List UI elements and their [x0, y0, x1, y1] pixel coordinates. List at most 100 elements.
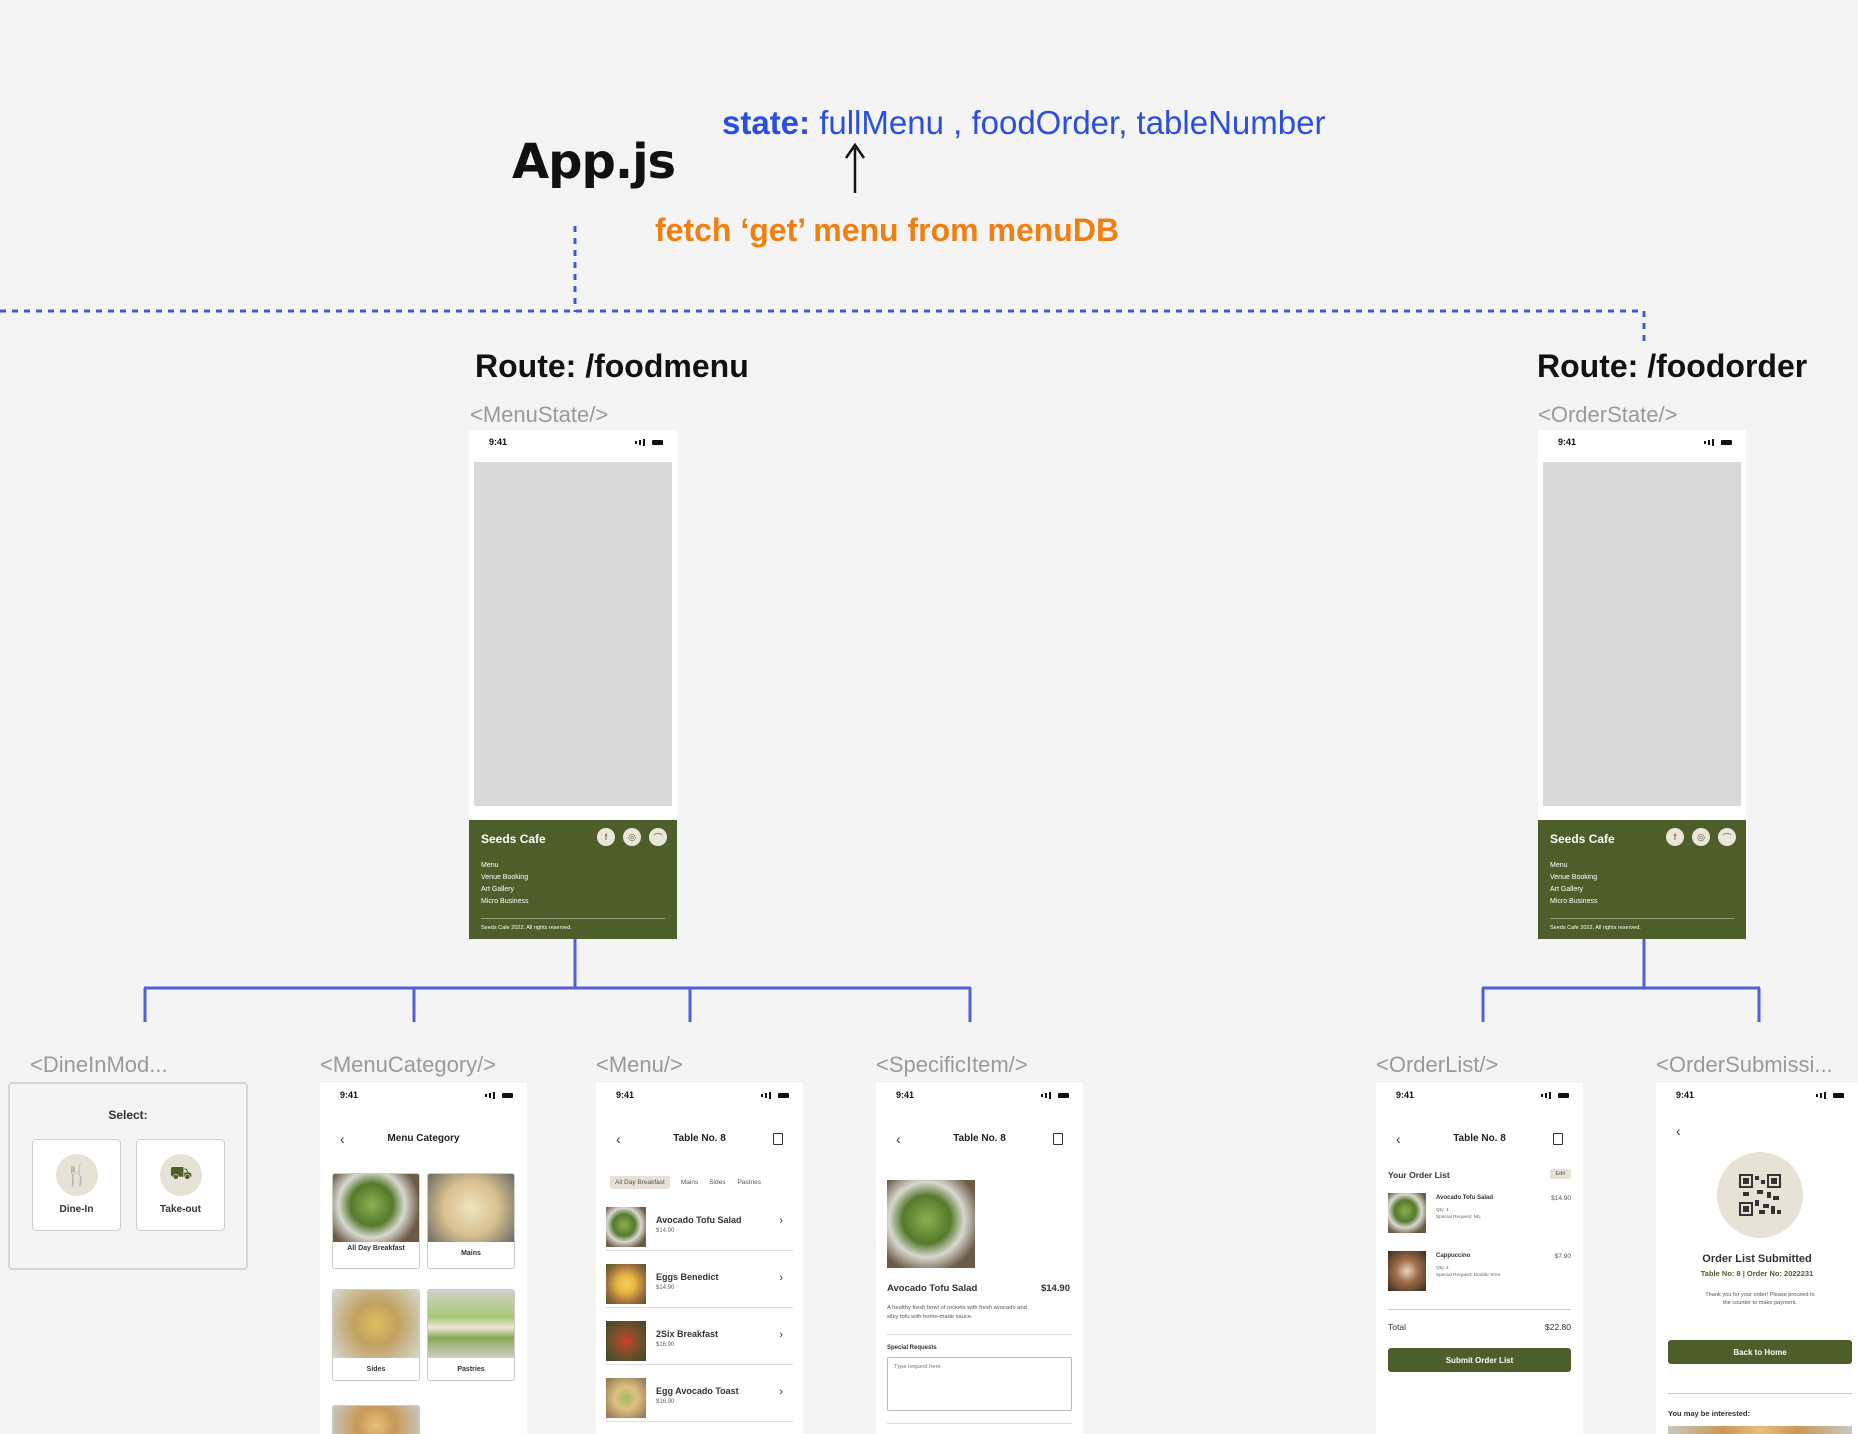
order-list-icon[interactable]	[1553, 1132, 1563, 1145]
qr-code-icon	[1717, 1152, 1803, 1238]
social-icons: f ◎ ⌒	[597, 828, 667, 846]
category-card-breakfast[interactable]: All Day Breakfast	[332, 1173, 420, 1269]
category-card-mains[interactable]: Mains	[427, 1173, 515, 1269]
back-chevron-icon[interactable]: ‹	[896, 1131, 901, 1147]
category-label: Pastries	[457, 1366, 485, 1373]
footer-link-menu[interactable]: Menu	[481, 860, 528, 872]
back-chevron-icon[interactable]: ‹	[1396, 1131, 1401, 1147]
footer-links: Menu Venue Booking Art Gallery Micro Bus…	[1550, 860, 1597, 908]
signal-icons	[1541, 1090, 1569, 1100]
interested-label: You may be interested:	[1668, 1409, 1750, 1418]
back-chevron-icon[interactable]: ‹	[1676, 1123, 1681, 1139]
status-time: 9:41	[1396, 1090, 1415, 1100]
submit-order-button[interactable]: Submit Order List	[1388, 1348, 1571, 1372]
facebook-icon[interactable]: f	[597, 828, 615, 846]
status-time: 9:41	[1558, 437, 1577, 447]
footer-brand: Seeds Cafe	[1550, 832, 1615, 846]
status-time: 9:41	[340, 1090, 359, 1100]
instagram-icon[interactable]: ◎	[623, 828, 641, 846]
order-table: Table No: 8	[1700, 1269, 1741, 1278]
menu-item-row[interactable]: Avocado Tofu Salad $14.90 ›	[606, 1201, 793, 1251]
screen-title: Table No. 8	[1453, 1133, 1506, 1144]
menu-item-row[interactable]: Eggs Benedict $14.90 ›	[606, 1258, 793, 1308]
status-time: 9:41	[896, 1090, 915, 1100]
status-bar: 9:41	[596, 1087, 803, 1103]
component-label-menu: <Menu/>	[596, 1052, 683, 1077]
tab-mains[interactable]: Mains	[678, 1176, 701, 1189]
order-item-qty: Qty: 1	[1436, 1208, 1449, 1213]
signal-icons	[635, 437, 663, 447]
tab-all-day-breakfast[interactable]: All Day Breakfast	[610, 1176, 670, 1189]
signal-icons	[1041, 1090, 1069, 1100]
social-icons: f ◎ ⌒	[1666, 828, 1736, 846]
rainbow-icon[interactable]: ⌒	[649, 828, 667, 846]
category-label: All Day Breakfast	[347, 1245, 405, 1252]
footer-link-gallery[interactable]: Art Gallery	[1550, 884, 1597, 896]
back-chevron-icon[interactable]: ‹	[340, 1131, 345, 1147]
component-label-orderlist: <OrderList/>	[1376, 1052, 1499, 1077]
category-label: Sides	[366, 1366, 386, 1373]
menu-item-name: 2Six Breakfast	[656, 1329, 719, 1339]
footer-copyright: Seeds Cafe 2022. All rights reserved.	[1550, 925, 1641, 931]
back-chevron-icon[interactable]: ‹	[616, 1131, 621, 1147]
rainbow-icon[interactable]: ⌒	[1718, 828, 1736, 846]
footer-links: Menu Venue Booking Art Gallery Micro Bus…	[481, 860, 528, 908]
menu-item-name: Egg Avocado Toast	[656, 1386, 739, 1396]
status-bar: 9:41	[469, 434, 677, 450]
dinein-modal: Select: 🍴 Dine-In ⛟ Take-out	[8, 1082, 248, 1270]
orderlist-phone: 9:41 ‹ Table No. 8 Your Order List Edit …	[1376, 1083, 1583, 1434]
takeout-option-button[interactable]: ⛟ Take-out	[136, 1139, 225, 1231]
dinein-option-button[interactable]: 🍴 Dine-In	[32, 1139, 121, 1231]
footer-divider	[481, 918, 665, 919]
state-line: state: fullMenu , foodOrder, tableNumber	[722, 104, 1325, 142]
edit-button[interactable]: Edit	[1549, 1169, 1571, 1179]
category-image	[333, 1174, 419, 1242]
category-card-sides[interactable]: Sides	[332, 1289, 420, 1381]
menu-item-image	[606, 1207, 646, 1247]
divider	[1668, 1393, 1852, 1394]
component-label-ordersubmission: <OrderSubmissi...	[1656, 1052, 1833, 1077]
back-to-home-button[interactable]: Back to Home	[1668, 1340, 1852, 1364]
instagram-icon[interactable]: ◎	[1692, 828, 1710, 846]
recommendation-image[interactable]	[1668, 1426, 1852, 1434]
component-label-dinein: <DineInMod...	[30, 1052, 168, 1077]
menu-item-row[interactable]: 2Six Breakfast $16.90 ›	[606, 1315, 793, 1365]
footer-link-business[interactable]: Micro Business	[1550, 896, 1597, 908]
footer-brand: Seeds Cafe	[481, 832, 546, 846]
order-item-price: $14.90	[1551, 1195, 1571, 1202]
nav-bar: ‹ Table No. 8	[596, 1131, 803, 1147]
item-description: A healthy fresh bowl of rockets with fre…	[887, 1305, 1027, 1320]
footer-link-venue[interactable]: Venue Booking	[1550, 872, 1597, 884]
content-placeholder	[1543, 462, 1741, 806]
menustate-phone: 9:41 Seeds Cafe f ◎ ⌒ Menu Venue Booking…	[469, 430, 677, 939]
tab-sides[interactable]: Sides	[709, 1179, 725, 1186]
content-placeholder	[474, 462, 672, 806]
order-list-icon[interactable]	[1053, 1132, 1063, 1145]
component-label-orderstate: <OrderState/>	[1538, 402, 1678, 427]
footer-link-venue[interactable]: Venue Booking	[481, 872, 528, 884]
menu-item-price: $14.90	[656, 1285, 675, 1291]
component-label-menustate: <MenuState/>	[470, 402, 609, 427]
delivery-icon: ⛟	[160, 1154, 202, 1196]
footer-link-menu[interactable]: Menu	[1550, 860, 1597, 872]
component-label-specificitem: <SpecificItem/>	[876, 1052, 1028, 1077]
total-label: Total	[1388, 1322, 1406, 1332]
facebook-icon[interactable]: f	[1666, 828, 1684, 846]
order-item-row: Avocado Tofu Salad $14.90 Qty: 1 Special…	[1388, 1193, 1571, 1241]
order-item-image	[1388, 1251, 1426, 1291]
status-time: 9:41	[489, 437, 508, 447]
footer-link-gallery[interactable]: Art Gallery	[481, 884, 528, 896]
signal-icons	[485, 1090, 513, 1100]
category-card-pastries[interactable]: Pastries	[427, 1289, 515, 1381]
divider	[887, 1334, 1072, 1335]
special-requests-input[interactable]: Type request here	[887, 1357, 1072, 1411]
menu-item-row[interactable]: Egg Avocado Toast $16.90 ›	[606, 1372, 793, 1422]
tab-pastries[interactable]: Pastries	[733, 1179, 760, 1186]
order-list-icon[interactable]	[773, 1132, 783, 1145]
order-item-request: Special Request: Double Shot	[1436, 1273, 1500, 1278]
menu-item-image	[606, 1321, 646, 1361]
chevron-right-icon: ›	[779, 1272, 783, 1284]
dinein-option-label: Dine-In	[59, 1204, 94, 1215]
category-card-partial[interactable]	[332, 1405, 420, 1434]
footer-link-business[interactable]: Micro Business	[481, 896, 528, 908]
